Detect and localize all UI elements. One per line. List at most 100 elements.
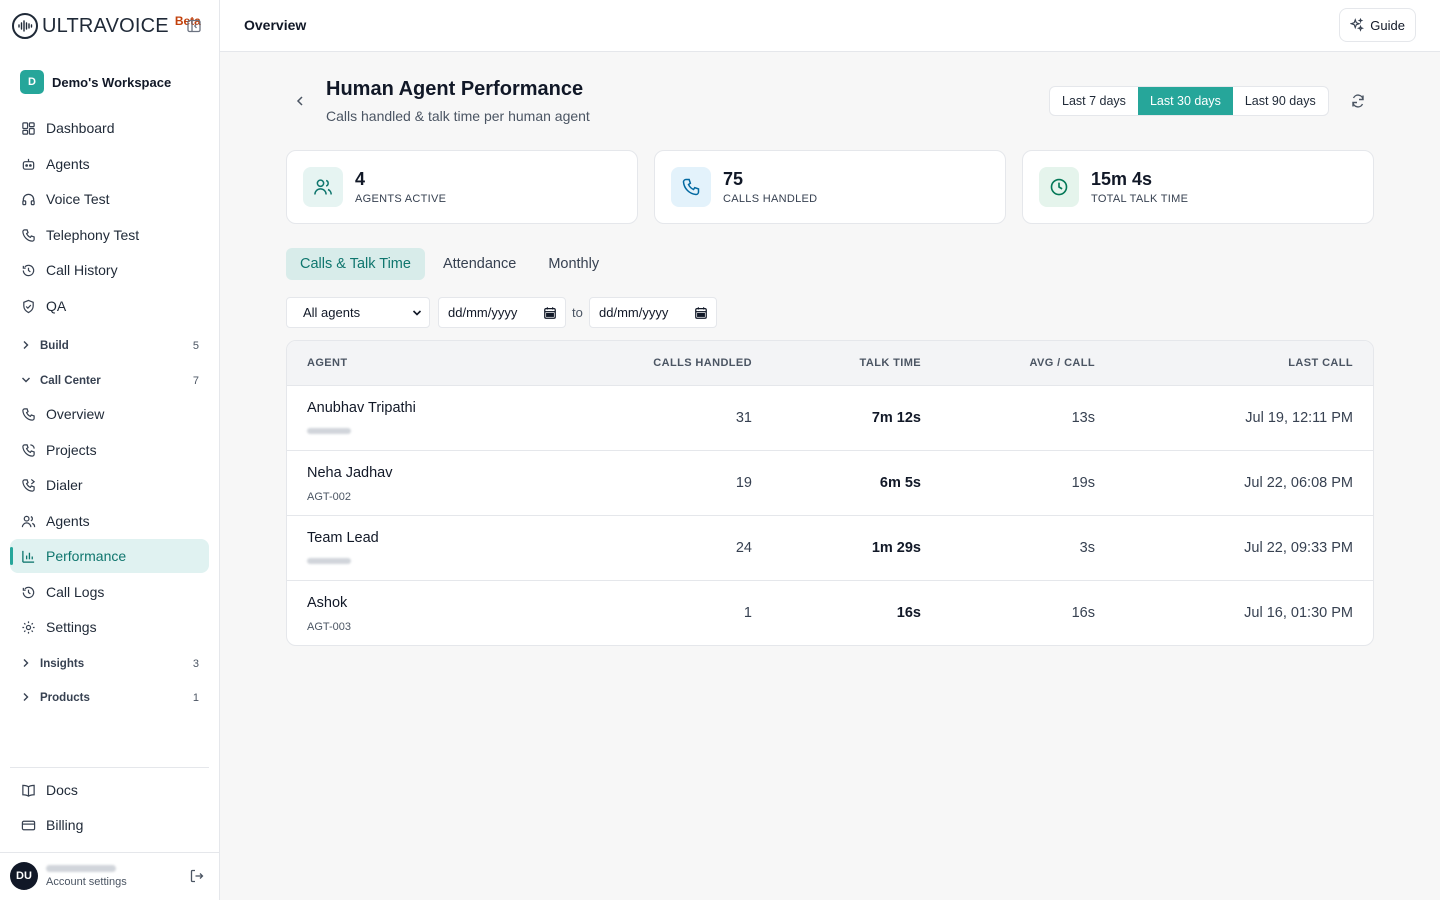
sidebar-item-dashboard[interactable]: Dashboard xyxy=(10,111,209,145)
agent-performance-table: AGENT CALLS HANDLED TALK TIME AVG / CALL… xyxy=(286,340,1374,646)
avg-call-cell: 19s xyxy=(1071,475,1095,491)
sidebar-item-telephony-test[interactable]: Telephony Test xyxy=(10,218,209,252)
sidebar-item-label: Projects xyxy=(46,442,97,458)
sidebar-item-label: Overview xyxy=(46,406,105,422)
talk-time-cell: 7m 12s xyxy=(871,410,921,426)
table-row[interactable]: Neha Jadhav AGT-002 19 6m 5s 19s Jul 22,… xyxy=(287,451,1373,516)
sidebar-item-settings[interactable]: Settings xyxy=(10,610,209,644)
phone-call-icon xyxy=(20,442,36,458)
column-header-calls-handled[interactable]: CALLS HANDLED xyxy=(653,357,752,369)
history-icon xyxy=(20,262,36,278)
stat-card-agents-active: 4 AGENTS ACTIVE xyxy=(286,150,638,224)
table-row[interactable]: Team Lead 24 1m 29s 3s Jul 22, 09:33 PM xyxy=(287,516,1373,581)
tab-monthly[interactable]: Monthly xyxy=(534,248,613,280)
calendar-icon[interactable] xyxy=(543,306,557,320)
talk-time-cell: 16s xyxy=(896,605,921,621)
agent-filter-select[interactable]: All agents xyxy=(286,297,430,328)
group-label: Products xyxy=(40,692,90,704)
ultravoice-logo-icon xyxy=(12,13,38,39)
talk-time-cell: 6m 5s xyxy=(879,475,921,491)
brand[interactable]: ULTRAVOICE Beta xyxy=(12,12,201,40)
tab-attendance[interactable]: Attendance xyxy=(429,248,530,280)
group-count: 3 xyxy=(192,658,199,670)
column-header-last-call[interactable]: LAST CALL xyxy=(1288,357,1353,369)
last-call-cell: Jul 22, 09:33 PM xyxy=(1244,540,1353,556)
guide-label: Guide xyxy=(1370,17,1405,33)
phone-icon xyxy=(20,406,36,422)
sidebar-item-call-logs[interactable]: Call Logs xyxy=(10,575,209,609)
sidebar-item-dialer[interactable]: Dialer xyxy=(10,468,209,502)
agent-filter-value: All agents xyxy=(303,305,361,320)
sidebar-item-cc-agents[interactable]: Agents xyxy=(10,504,209,538)
agent-name: Anubhav Tripathi xyxy=(307,400,416,416)
topbar: Overview Guide xyxy=(220,0,1440,52)
sidebar-item-projects[interactable]: Projects xyxy=(10,433,209,467)
sidebar-item-agents[interactable]: Agents xyxy=(10,147,209,181)
sidebar-group-call-center[interactable]: Call Center 7 xyxy=(10,369,209,393)
sidebar-item-cc-overview[interactable]: Overview xyxy=(10,397,209,431)
range-90-days-button[interactable]: Last 90 days xyxy=(1233,87,1328,115)
sidebar-collapse-icon[interactable] xyxy=(186,18,202,34)
phone-icon xyxy=(671,167,711,207)
date-to-input[interactable]: dd/mm/yyyy xyxy=(589,297,717,328)
avg-call-cell: 16s xyxy=(1071,605,1095,621)
column-header-avg-call[interactable]: AVG / CALL xyxy=(1029,357,1095,369)
stat-card-total-talk-time: 15m 4s TOTAL TALK TIME xyxy=(1022,150,1374,224)
date-to-placeholder: dd/mm/yyyy xyxy=(599,305,669,320)
date-from-input[interactable]: dd/mm/yyyy xyxy=(438,297,566,328)
stat-value: 15m 4s xyxy=(1091,169,1153,189)
calls-handled-cell: 24 xyxy=(735,540,752,556)
guide-button[interactable]: Guide xyxy=(1339,8,1416,42)
talk-time-cell: 1m 29s xyxy=(871,540,921,556)
credit-card-icon xyxy=(20,817,36,833)
sidebar-item-voice-test[interactable]: Voice Test xyxy=(10,182,209,216)
logout-icon[interactable] xyxy=(189,868,205,884)
sidebar-item-label: Agents xyxy=(46,513,90,529)
column-header-talk-time[interactable]: TALK TIME xyxy=(860,357,921,369)
sparkles-icon xyxy=(1349,17,1365,32)
bar-chart-icon xyxy=(20,548,36,564)
last-call-cell: Jul 19, 12:11 PM xyxy=(1245,410,1353,426)
agent-name: Neha Jadhav xyxy=(307,465,393,481)
avatar: DU xyxy=(10,862,38,890)
back-chevron-icon[interactable] xyxy=(292,93,308,109)
account-settings-label: Account settings xyxy=(46,875,127,888)
table-row[interactable]: Anubhav Tripathi 31 7m 12s 13s Jul 19, 1… xyxy=(287,386,1373,451)
avg-call-cell: 3s xyxy=(1079,540,1095,556)
range-30-days-button[interactable]: Last 30 days xyxy=(1137,87,1233,115)
sidebar-item-qa[interactable]: QA xyxy=(10,289,209,323)
calls-handled-cell: 31 xyxy=(735,410,752,426)
workspace-avatar: D xyxy=(20,70,44,94)
table-row[interactable]: Ashok AGT-003 1 16s 16s Jul 16, 01:30 PM xyxy=(287,581,1373,645)
breadcrumb: Overview xyxy=(244,17,307,33)
column-header-agent[interactable]: AGENT xyxy=(307,357,348,369)
stat-label: CALLS HANDLED xyxy=(723,193,818,205)
sidebar-item-billing[interactable]: Billing xyxy=(10,808,209,842)
date-range-separator: to xyxy=(572,305,583,320)
sidebar-item-label: Call History xyxy=(46,262,118,278)
refresh-icon[interactable] xyxy=(1350,93,1366,109)
phone-forward-icon xyxy=(20,477,36,493)
sidebar-item-docs[interactable]: Docs xyxy=(10,773,209,807)
tab-calls-talk-time[interactable]: Calls & Talk Time xyxy=(286,248,425,280)
sidebar-group-build[interactable]: Build 5 xyxy=(10,334,209,358)
history-icon xyxy=(20,584,36,600)
account-menu[interactable]: DU Account settings xyxy=(10,862,209,890)
chevron-right-icon xyxy=(20,691,32,706)
range-7-days-button[interactable]: Last 7 days xyxy=(1050,87,1138,115)
shield-check-icon xyxy=(20,298,36,314)
stat-label: TOTAL TALK TIME xyxy=(1091,193,1189,205)
stat-card-calls-handled: 75 CALLS HANDLED xyxy=(654,150,1006,224)
sidebar-item-performance[interactable]: Performance xyxy=(10,539,209,573)
view-tabs: Calls & Talk Time Attendance Monthly xyxy=(286,248,617,280)
group-count: 5 xyxy=(192,340,199,352)
sidebar-item-call-history[interactable]: Call History xyxy=(10,253,209,287)
sidebar-group-insights[interactable]: Insights 3 xyxy=(10,652,209,676)
agent-id: AGT-002 xyxy=(307,491,352,503)
workspace-switcher[interactable]: D Demo's Workspace xyxy=(10,64,209,100)
chevron-right-icon xyxy=(20,339,32,354)
stat-label: AGENTS ACTIVE xyxy=(355,193,447,205)
group-count: 7 xyxy=(192,375,199,387)
sidebar-group-products[interactable]: Products 1 xyxy=(10,686,209,710)
calendar-icon[interactable] xyxy=(694,306,708,320)
